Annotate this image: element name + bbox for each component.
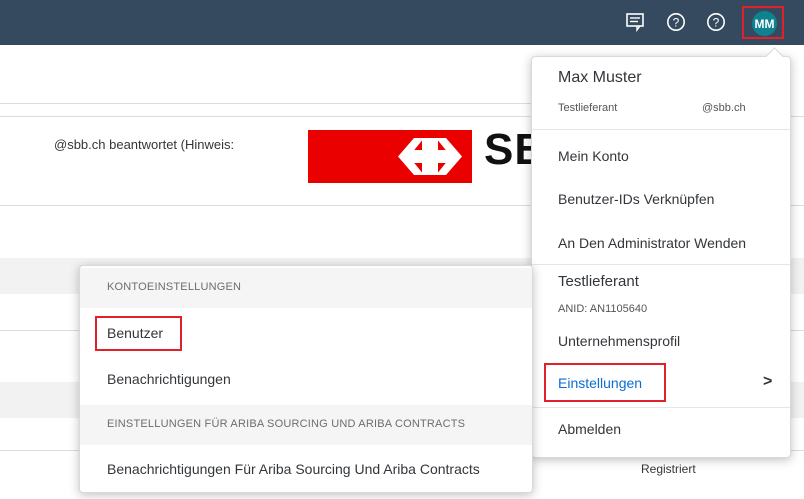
avatar[interactable]: MM (752, 11, 777, 36)
divider (532, 264, 790, 265)
menu-item-notifications[interactable]: Benachrichtigungen (107, 371, 231, 387)
menu-item-contact-admin[interactable]: An Den Administrator Wenden (558, 235, 746, 251)
chevron-right-icon[interactable]: > (763, 373, 772, 391)
status-text: Registriert (641, 462, 696, 476)
help-icon[interactable]: ? (666, 12, 686, 32)
menu-item-logout[interactable]: Abmelden (558, 421, 621, 437)
sbb-logo (308, 130, 472, 183)
section-header-ariba-settings: EINSTELLUNGEN FÜR ARIBA SOURCING UND ARI… (80, 405, 532, 445)
feedback-icon[interactable] (625, 12, 645, 32)
anid-text: ANID: AN1105640 (558, 303, 648, 315)
divider (532, 129, 790, 130)
menu-item-settings[interactable]: Einstellungen (558, 375, 642, 391)
menu-item-link-user-ids[interactable]: Benutzer-IDs Verknüpfen (558, 191, 714, 207)
svg-text:?: ? (713, 16, 720, 30)
user-email: @sbb.ch (702, 102, 746, 114)
org-name: Testlieferant (558, 273, 639, 290)
svg-text:?: ? (673, 16, 680, 30)
section-header-label: EINSTELLUNGEN FÜR ARIBA SOURCING UND ARI… (107, 418, 466, 430)
user-menu: Max Muster Testlieferant @sbb.ch Mein Ko… (531, 47, 791, 458)
menu-caret (765, 47, 784, 66)
menu-item-company-profile[interactable]: Unternehmensprofil (558, 333, 680, 349)
divider (0, 103, 531, 104)
user-name: Max Muster (558, 69, 642, 86)
shell-bar: ? ? MM (0, 0, 804, 45)
section-header-label: KONTOEINSTELLUNGEN (107, 281, 242, 293)
user-company: Testlieferant (558, 102, 618, 114)
divider (532, 407, 790, 408)
menu-item-users[interactable]: Benutzer (107, 325, 163, 341)
help-icon[interactable]: ? (706, 12, 726, 32)
email-notice-text: @sbb.ch beantwortet (Hinweis: (54, 137, 235, 152)
menu-item-sourcing-notifications[interactable]: Benachrichtigungen Für Ariba Sourcing Un… (107, 461, 480, 477)
settings-submenu: KONTOEINSTELLUNGEN Benutzer Benachrichti… (79, 265, 533, 493)
avatar-highlight[interactable]: MM (742, 6, 784, 39)
section-header-account-settings: KONTOEINSTELLUNGEN (80, 268, 532, 308)
menu-item-my-account[interactable]: Mein Konto (558, 148, 629, 164)
avatar-initials: MM (754, 16, 775, 31)
sbb-arrows-icon (398, 138, 462, 175)
